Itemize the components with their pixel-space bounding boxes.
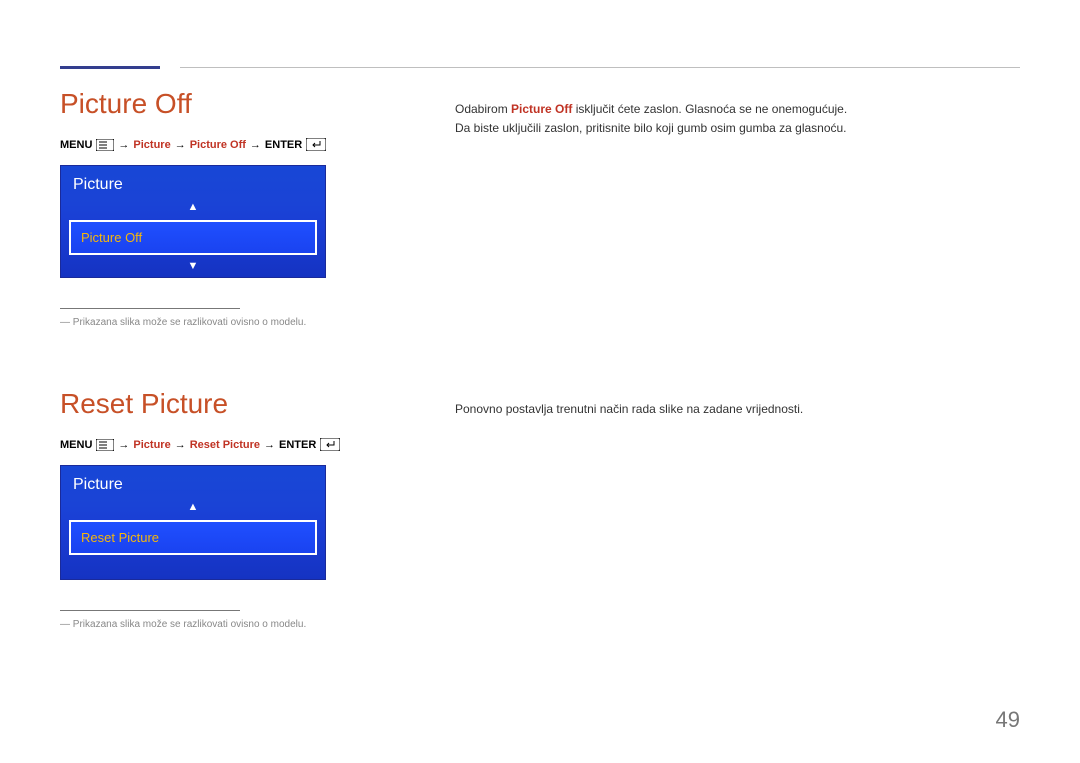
chevron-up-icon: ▲ bbox=[61, 500, 325, 518]
section2-left-column: Reset Picture MENU → Picture → Reset Pic… bbox=[60, 388, 455, 630]
breadcrumb-arrow: → bbox=[118, 439, 129, 451]
breadcrumb-enter-label: ENTER bbox=[279, 439, 316, 451]
breadcrumb-menu-label: MENU bbox=[60, 439, 92, 451]
breadcrumb-item-picture: Picture bbox=[133, 139, 170, 151]
chevron-up-icon: ▲ bbox=[61, 200, 325, 218]
footnote-rule bbox=[60, 308, 240, 309]
section1-left-column: Picture Off MENU → Picture → Picture Off… bbox=[60, 88, 455, 328]
breadcrumb-enter-label: ENTER bbox=[265, 139, 302, 151]
section1-right-column: Odabirom Picture Off isključit ćete zasl… bbox=[455, 88, 1020, 328]
osd-panel-reset-picture: Picture ▲ Reset Picture bbox=[60, 465, 326, 580]
page-root: Picture Off MENU → Picture → Picture Off… bbox=[0, 0, 1080, 763]
enter-icon bbox=[320, 438, 340, 451]
breadcrumb-arrow: → bbox=[175, 139, 186, 151]
breadcrumb-item-picture-off: Picture Off bbox=[190, 139, 246, 151]
description-line: Ponovno postavlja trenutni način rada sl… bbox=[455, 400, 1020, 419]
page-number: 49 bbox=[996, 707, 1020, 733]
desc-pre: Odabirom bbox=[455, 102, 511, 116]
menu-icon bbox=[96, 139, 114, 151]
footnote-text: Prikazana slika može se razlikovati ovis… bbox=[60, 619, 455, 630]
chevron-down-icon: ▼ bbox=[61, 259, 325, 277]
breadcrumb-reset-picture: MENU → Picture → Reset Picture → ENTER bbox=[60, 438, 455, 451]
footnote-rule bbox=[60, 610, 240, 611]
heading-reset-picture: Reset Picture bbox=[60, 388, 455, 420]
section-reset-picture: Reset Picture MENU → Picture → Reset Pic… bbox=[60, 388, 1020, 630]
section-picture-off: Picture Off MENU → Picture → Picture Off… bbox=[60, 88, 1020, 328]
osd-bottom-spacer bbox=[61, 559, 325, 579]
section2-right-column: Ponovno postavlja trenutni način rada sl… bbox=[455, 388, 1020, 630]
enter-icon bbox=[306, 138, 326, 151]
breadcrumb-arrow: → bbox=[175, 439, 186, 451]
breadcrumb-arrow: → bbox=[118, 139, 129, 151]
osd-selected-item: Picture Off bbox=[69, 220, 317, 255]
breadcrumb-arrow: → bbox=[264, 439, 275, 451]
heading-picture-off: Picture Off bbox=[60, 88, 455, 120]
desc-post: isključit ćete zaslon. Glasnoća se ne on… bbox=[572, 102, 847, 116]
breadcrumb-arrow: → bbox=[250, 139, 261, 151]
content-area: Picture Off MENU → Picture → Picture Off… bbox=[60, 58, 1020, 660]
description-line-2: Da biste uključili zaslon, pritisnite bi… bbox=[455, 119, 1020, 138]
osd-selected-item: Reset Picture bbox=[69, 520, 317, 555]
breadcrumb-picture-off: MENU → Picture → Picture Off → ENTER bbox=[60, 138, 455, 151]
desc-bold-picture-off: Picture Off bbox=[511, 102, 572, 116]
breadcrumb-item-picture: Picture bbox=[133, 439, 170, 451]
osd-title: Picture bbox=[61, 166, 325, 200]
description-line-1: Odabirom Picture Off isključit ćete zasl… bbox=[455, 100, 1020, 119]
breadcrumb-item-reset-picture: Reset Picture bbox=[190, 439, 260, 451]
footnote-text: Prikazana slika može se razlikovati ovis… bbox=[60, 317, 455, 328]
osd-title: Picture bbox=[61, 466, 325, 500]
menu-icon bbox=[96, 439, 114, 451]
osd-panel-picture-off: Picture ▲ Picture Off ▼ bbox=[60, 165, 326, 278]
breadcrumb-menu-label: MENU bbox=[60, 139, 92, 151]
